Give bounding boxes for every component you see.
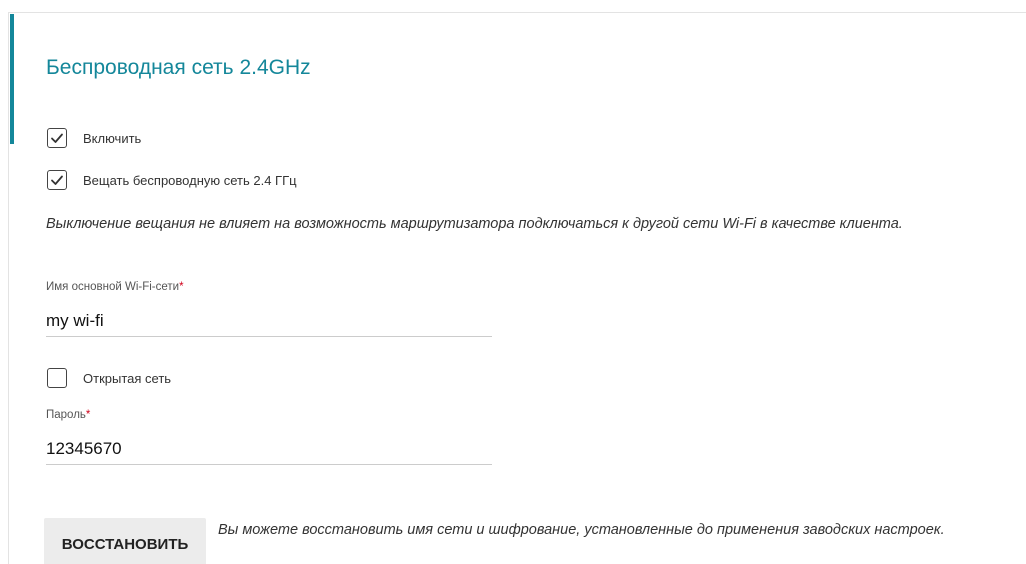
section-title: Беспроводная сеть 2.4GHz bbox=[46, 56, 311, 79]
broadcast-checkbox-row[interactable]: Вещать беспроводную сеть 2.4 ГГц bbox=[47, 170, 297, 190]
password-field-label: Пароль* bbox=[46, 409, 90, 421]
enable-checkbox[interactable] bbox=[47, 128, 67, 148]
checkmark-icon bbox=[51, 175, 63, 185]
open-network-checkbox-row[interactable]: Открытая сеть bbox=[47, 368, 171, 388]
restore-note: Вы можете восстановить имя сети и шифров… bbox=[218, 522, 945, 538]
ssid-input[interactable] bbox=[46, 306, 492, 337]
open-network-label: Открытая сеть bbox=[83, 370, 172, 386]
checkmark-icon bbox=[51, 133, 63, 143]
panel-accent-bar bbox=[10, 14, 14, 144]
broadcast-note: Выключение вещания не влияет на возможно… bbox=[46, 216, 903, 232]
password-input[interactable] bbox=[46, 434, 492, 465]
ssid-field-label: Имя основной Wi-Fi-сети* bbox=[46, 281, 184, 293]
enable-checkbox-row[interactable]: Включить bbox=[47, 128, 141, 148]
restore-button[interactable]: ВОССТАНОВИТЬ bbox=[44, 518, 206, 564]
required-mark: * bbox=[85, 409, 91, 421]
broadcast-label: Вещать беспроводную сеть 2.4 ГГц bbox=[83, 172, 297, 188]
broadcast-checkbox[interactable] bbox=[47, 170, 67, 190]
required-mark: * bbox=[179, 281, 184, 293]
password-label-text: Пароль bbox=[46, 409, 86, 421]
ssid-label-text: Имя основной Wi-Fi-сети bbox=[46, 281, 180, 293]
open-network-checkbox[interactable] bbox=[47, 368, 67, 388]
enable-label: Включить bbox=[83, 130, 142, 146]
page: Беспроводная сеть 2.4GHz Включить Вещать… bbox=[0, 0, 1026, 564]
